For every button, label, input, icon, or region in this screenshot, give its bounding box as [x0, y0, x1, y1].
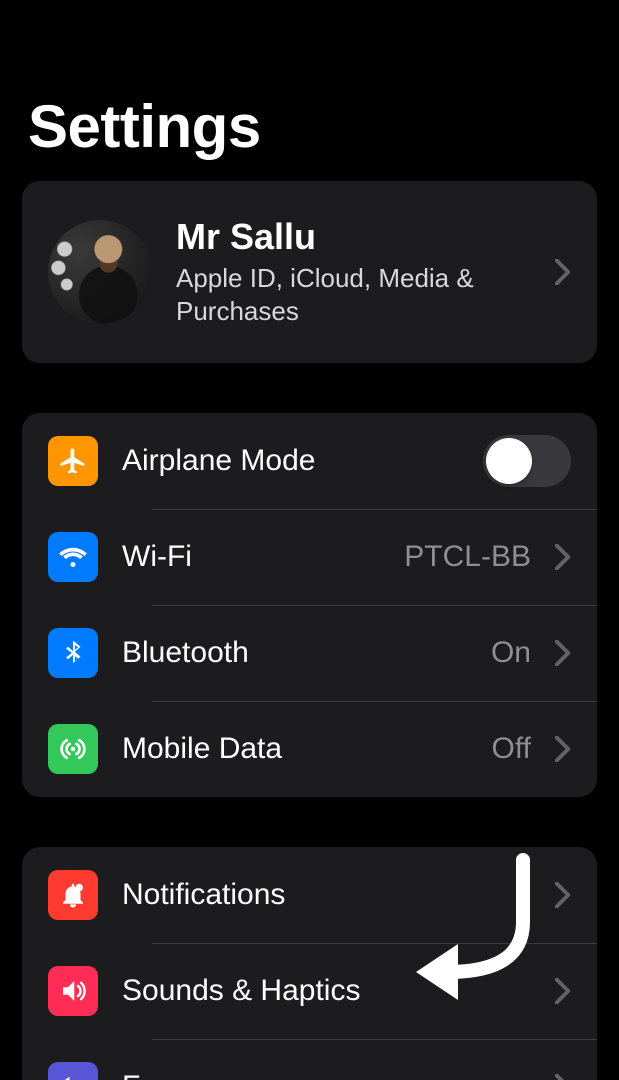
chevron-right-icon: [555, 882, 571, 908]
sounds-haptics-row[interactable]: Sounds & Haptics: [22, 943, 597, 1039]
mobile-data-label: Mobile Data: [122, 732, 468, 766]
antenna-icon: [48, 724, 98, 774]
wifi-row[interactable]: Wi-Fi PTCL-BB: [22, 509, 597, 605]
notifications-label: Notifications: [122, 878, 531, 912]
profile-text: Mr Sallu Apple ID, iCloud, Media & Purch…: [176, 217, 531, 328]
airplane-mode-row[interactable]: Airplane Mode: [22, 413, 597, 509]
connectivity-group: Airplane Mode Wi-Fi PTCL-BB Bluetooth On…: [22, 413, 597, 797]
speaker-icon: [48, 966, 98, 1016]
wifi-value: PTCL-BB: [404, 540, 531, 574]
chevron-right-icon: [555, 1074, 571, 1080]
moon-icon: [48, 1062, 98, 1080]
chevron-right-icon: [555, 978, 571, 1004]
airplane-icon: [48, 436, 98, 486]
bluetooth-label: Bluetooth: [122, 636, 467, 670]
focus-row[interactable]: Focus: [22, 1039, 597, 1080]
profile-row[interactable]: Mr Sallu Apple ID, iCloud, Media & Purch…: [22, 181, 597, 363]
airplane-mode-label: Airplane Mode: [122, 444, 459, 478]
focus-label: Focus: [122, 1070, 531, 1080]
bluetooth-value: On: [491, 636, 531, 670]
profile-group: Mr Sallu Apple ID, iCloud, Media & Purch…: [22, 181, 597, 363]
avatar: [48, 220, 152, 324]
mobile-data-value: Off: [492, 732, 531, 766]
mobile-data-row[interactable]: Mobile Data Off: [22, 701, 597, 797]
wifi-icon: [48, 532, 98, 582]
sounds-haptics-label: Sounds & Haptics: [122, 974, 531, 1008]
notifications-row[interactable]: Notifications: [22, 847, 597, 943]
bluetooth-row[interactable]: Bluetooth On: [22, 605, 597, 701]
profile-name: Mr Sallu: [176, 217, 531, 257]
chevron-right-icon: [555, 259, 571, 285]
sounds-group: Notifications Sounds & Haptics Focus: [22, 847, 597, 1080]
chevron-right-icon: [555, 736, 571, 762]
bluetooth-icon: [48, 628, 98, 678]
chevron-right-icon: [555, 544, 571, 570]
airplane-mode-toggle[interactable]: [483, 435, 571, 487]
bell-icon: [48, 870, 98, 920]
profile-subtitle: Apple ID, iCloud, Media & Purchases: [176, 262, 496, 327]
wifi-label: Wi-Fi: [122, 540, 380, 574]
page-title: Settings: [0, 0, 619, 181]
chevron-right-icon: [555, 640, 571, 666]
